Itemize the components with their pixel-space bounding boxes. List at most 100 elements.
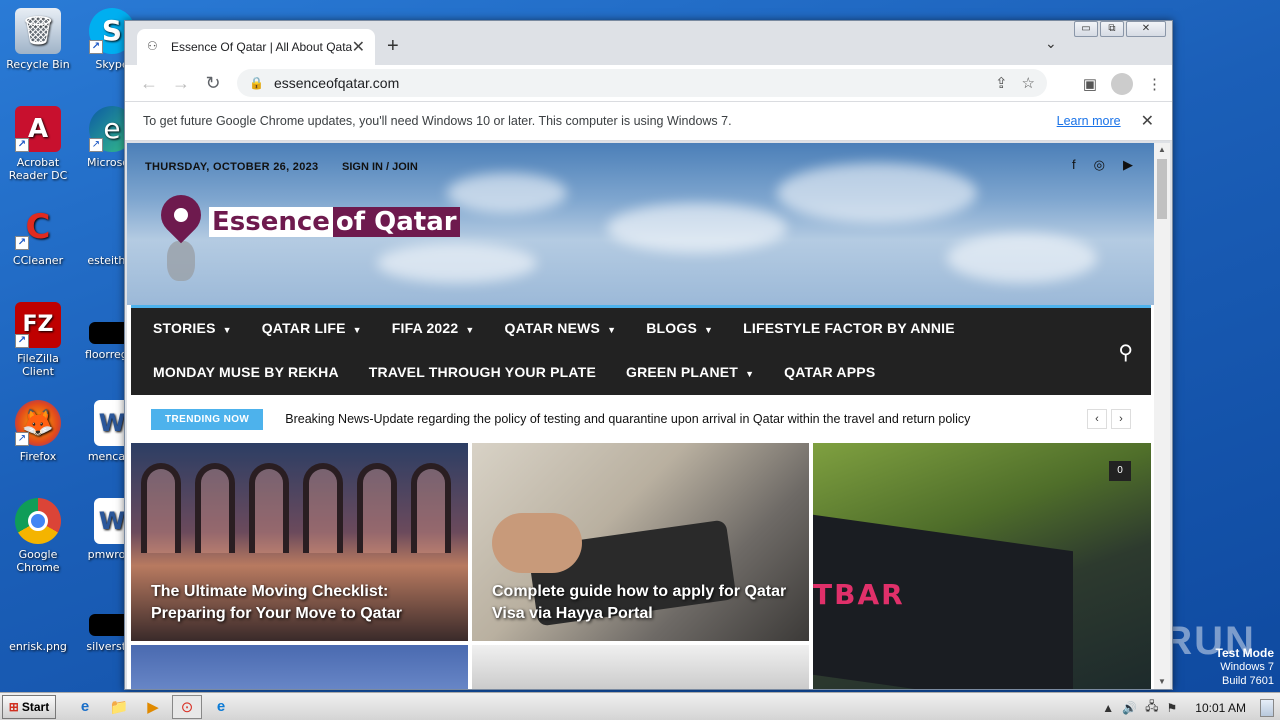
arches-image [141, 463, 451, 553]
card-title[interactable]: The Ultimate Moving Checklist: Preparing… [151, 581, 452, 625]
show-desktop-button[interactable] [1260, 698, 1274, 717]
ccleaner-icon: C ↗ [15, 204, 61, 250]
nav-qatar-life[interactable]: QATAR LIFE ▼ [262, 320, 362, 336]
tab-search-chevron-icon[interactable]: ⌄ [1045, 35, 1057, 52]
featured-grid: The Ultimate Moving Checklist: Preparing… [131, 443, 1151, 689]
featured-card[interactable] [472, 645, 809, 689]
start-label: Start [21, 699, 50, 714]
tab-close-icon[interactable]: ✕ [352, 37, 365, 57]
comment-count-badge[interactable]: 0 [1109, 461, 1131, 481]
firefox-icon: 🦊 ↗ [15, 400, 61, 446]
share-icon[interactable]: ⇪ [995, 74, 1008, 92]
address-bar[interactable]: 🔒 essenceofqatar.com ⇪ ☆ [237, 69, 1047, 97]
card-title[interactable]: Complete guide how to apply for Qatar Vi… [492, 581, 793, 625]
reload-button[interactable]: ↻ [197, 73, 229, 94]
trending-headline-link[interactable]: Breaking News-Update regarding the polic… [285, 412, 1083, 426]
nav-monday-muse[interactable]: MONDAY MUSE BY REKHA [153, 364, 339, 380]
nav-label: QATAR APPS [784, 364, 876, 380]
trending-prev-button[interactable]: ‹ [1087, 409, 1107, 429]
facebook-icon[interactable]: f [1072, 157, 1076, 173]
maximize-button[interactable]: ⧉ [1100, 21, 1124, 37]
scroll-up-icon[interactable]: ▲ [1154, 143, 1170, 157]
new-tab-button[interactable]: + [387, 35, 399, 58]
windows-flag-icon: ⊞ [8, 699, 19, 714]
image-file-icon [15, 596, 61, 636]
bookmark-star-icon[interactable]: ☆ [1022, 74, 1035, 92]
featured-card[interactable]: Complete guide how to apply for Qatar Vi… [472, 443, 809, 641]
explorer-taskbar-icon[interactable]: 📁 [104, 695, 134, 719]
acrobat-shortcut[interactable]: A ↗ Acrobat Reader DC [0, 106, 76, 182]
taskbar: ⊞ Start e 📁 ▶ ⊙ e ▲ 🔊 🖧 ⚑ 10:01 AM [0, 692, 1280, 720]
signin-link[interactable]: SIGN IN / JOIN [342, 161, 418, 173]
featured-card[interactable]: The Ultimate Moving Checklist: Preparing… [131, 443, 468, 641]
nav-label: QATAR NEWS [504, 320, 601, 336]
page-viewport: THURSDAY, OCTOBER 26, 2023 SIGN IN / JOI… [127, 143, 1155, 689]
start-button[interactable]: ⊞ Start [2, 694, 56, 719]
filezilla-icon: FZ ↗ [15, 302, 61, 348]
chevron-down-icon: ▼ [704, 325, 714, 335]
tab-strip: ⚇ Essence Of Qatar | All About Qatar ✕ +… [125, 21, 1172, 65]
url-text[interactable]: essenceofqatar.com [274, 75, 981, 91]
scroll-down-icon[interactable]: ▼ [1154, 675, 1170, 689]
chrome-shortcut[interactable]: Google Chrome [0, 498, 76, 574]
featured-card[interactable]: TBAR 0 [813, 443, 1151, 689]
png-file[interactable]: enrisk.png [0, 596, 76, 653]
nav-lifestyle-factor[interactable]: LIFESTYLE FACTOR BY ANNIE [743, 320, 955, 336]
profile-avatar-icon[interactable] [1111, 73, 1133, 95]
tab-title: Essence Of Qatar | All About Qatar [171, 40, 352, 54]
tab-essence-of-qatar[interactable]: ⚇ Essence Of Qatar | All About Qatar ✕ [137, 29, 375, 65]
trending-next-button[interactable]: › [1111, 409, 1131, 429]
nav-stories[interactable]: STORIES ▼ [153, 320, 232, 336]
learn-more-link[interactable]: Learn more [1057, 114, 1121, 128]
chrome-icon [15, 498, 61, 544]
nav-green-planet[interactable]: GREEN PLANET ▼ [626, 364, 754, 380]
desktop-icon-label: Acrobat Reader DC [8, 156, 68, 182]
clock[interactable]: 10:01 AM [1195, 701, 1246, 715]
ccleaner-shortcut[interactable]: C ↗ CCleaner [0, 204, 76, 267]
featured-card[interactable] [131, 645, 468, 689]
chevron-down-icon: ▼ [607, 325, 617, 335]
scroll-thumb[interactable] [1157, 159, 1167, 219]
recycle-bin-icon[interactable]: 🗑 Recycle Bin [0, 8, 76, 71]
side-panel-icon[interactable]: ▣ [1083, 75, 1097, 93]
nav-fifa-2022[interactable]: FIFA 2022 ▼ [392, 320, 475, 336]
search-icon[interactable]: ⚲ [1118, 340, 1133, 365]
tray-expand-icon[interactable]: ▲ [1102, 701, 1114, 715]
nav-qatar-apps[interactable]: QATAR APPS [784, 364, 875, 380]
media-player-taskbar-icon[interactable]: ▶ [138, 695, 168, 719]
nav-label: MONDAY MUSE BY REKHA [153, 364, 339, 380]
volume-icon[interactable]: 🔊 [1122, 701, 1137, 715]
chrome-taskbar-icon[interactable]: ⊙ [172, 694, 202, 719]
forward-button[interactable]: → [165, 73, 197, 94]
firefox-shortcut[interactable]: 🦊 ↗ Firefox [0, 400, 76, 463]
browser-toolbar: ← → ↻ 🔒 essenceofqatar.com ⇪ ☆ ▣ ⋮ [125, 65, 1172, 101]
trending-badge: TRENDING NOW [151, 408, 264, 430]
filezilla-shortcut[interactable]: FZ ↗ FileZilla Client [0, 302, 76, 378]
edge-taskbar-icon[interactable]: e [206, 695, 236, 719]
infobar-close-icon[interactable]: ✕ [1141, 111, 1154, 131]
minimize-button[interactable]: ▭ [1074, 21, 1098, 37]
close-window-button[interactable]: ✕ [1126, 21, 1166, 37]
youtube-icon[interactable]: ▶ [1123, 157, 1133, 173]
test-mode-label: Test Mode [1215, 646, 1274, 660]
instagram-icon[interactable]: ◎ [1094, 157, 1105, 173]
lock-icon[interactable]: 🔒 [249, 76, 264, 90]
nav-blogs[interactable]: BLOGS ▼ [646, 320, 713, 336]
chrome-menu-icon[interactable]: ⋮ [1147, 75, 1162, 93]
network-icon[interactable]: 🖧 [1145, 697, 1158, 718]
desktop-icon-label: CCleaner [12, 254, 64, 267]
ie-taskbar-icon[interactable]: e [70, 695, 100, 719]
windows-build-info: Test Mode Windows 7 Build 7601 [1216, 646, 1274, 688]
nav-qatar-news[interactable]: QATAR NEWS ▼ [505, 320, 617, 336]
main-navigation: STORIES ▼ QATAR LIFE ▼ FIFA 2022 ▼ QATAR NE… [131, 305, 1151, 395]
infobar-message: To get future Google Chrome updates, you… [143, 114, 732, 128]
back-button[interactable]: ← [133, 73, 165, 94]
nav-travel-through-your-plate[interactable]: TRAVEL THROUGH YOUR PLATE [369, 364, 596, 380]
action-center-flag-icon[interactable]: ⚑ [1167, 701, 1178, 715]
current-date: THURSDAY, OCTOBER 26, 2023 [145, 161, 319, 173]
nav-label: GREEN PLANET [625, 364, 739, 380]
site-logo[interactable]: Essence of Qatar [152, 186, 460, 283]
trending-bar: TRENDING NOW Breaking News-Update regard… [131, 395, 1151, 443]
page-scrollbar[interactable]: ▲ ▼ [1154, 143, 1170, 689]
logo-text: Essence of Qatar [209, 207, 460, 237]
